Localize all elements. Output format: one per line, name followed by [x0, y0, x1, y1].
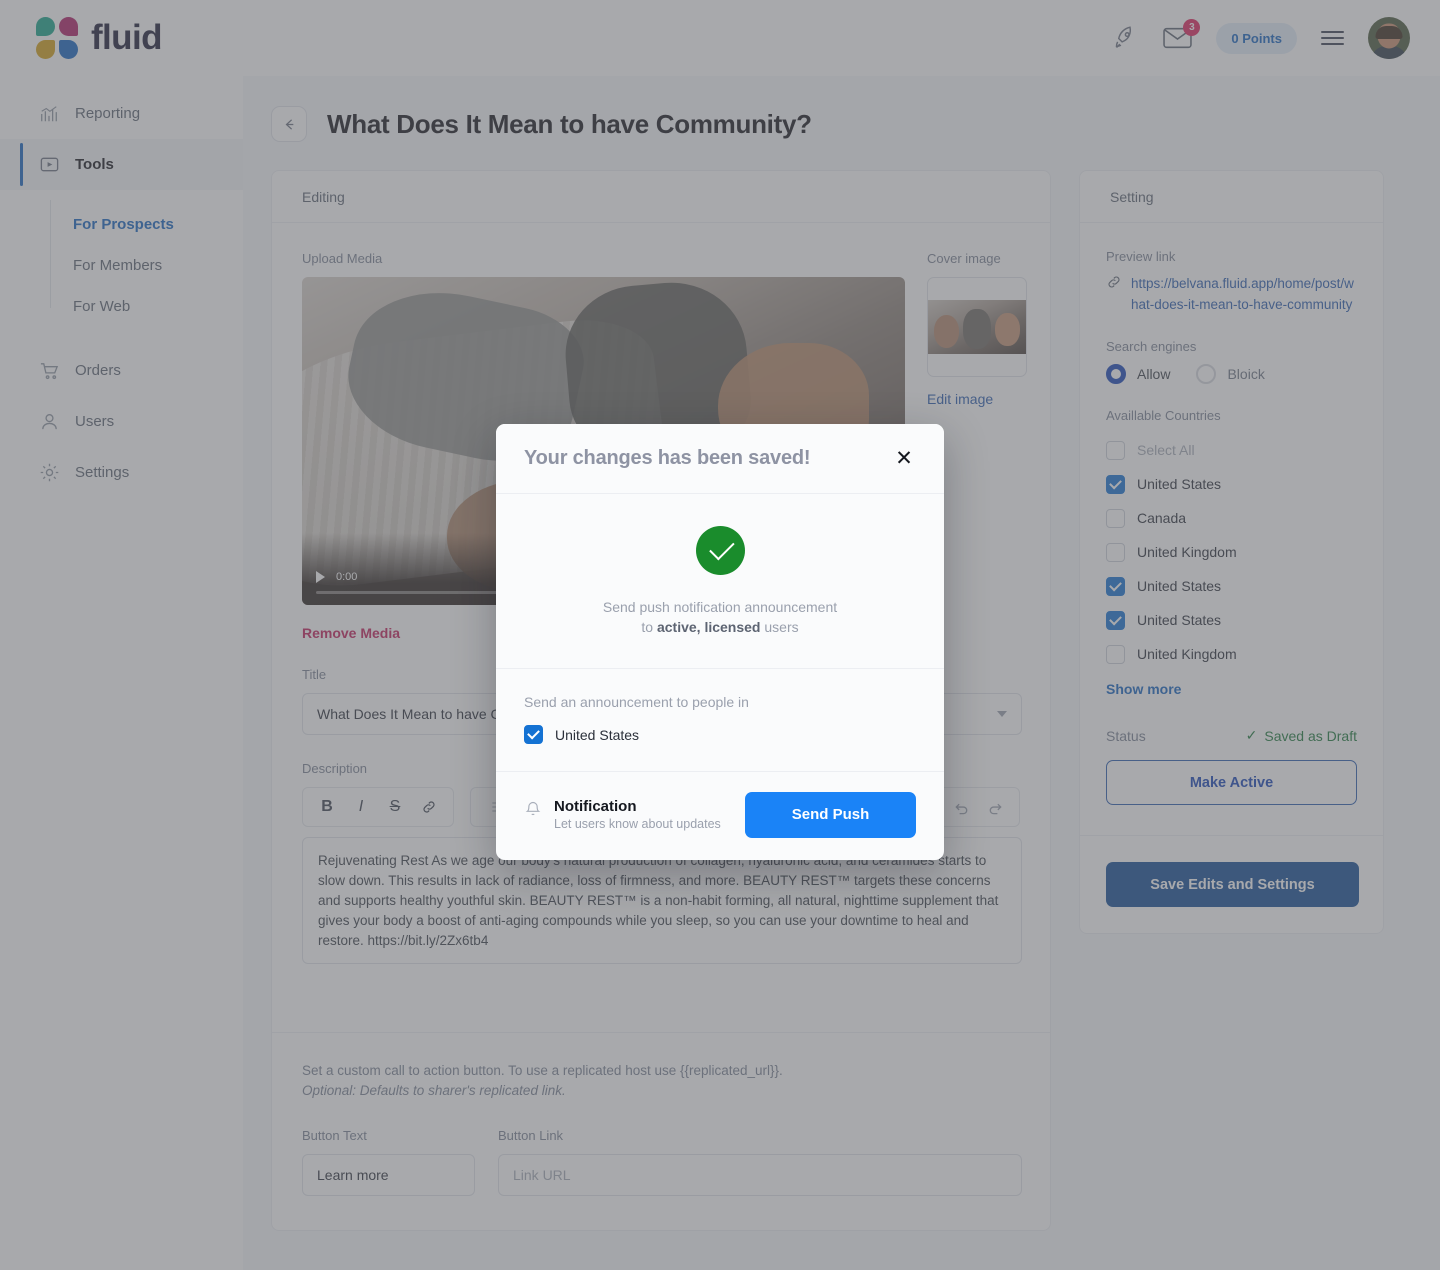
modal-message-suffix: users	[760, 619, 799, 636]
notification-info: Notification Let users know about update…	[524, 798, 721, 831]
modal-title: Your changes has been saved!	[524, 447, 811, 469]
modal-footer: Notification Let users know about update…	[496, 770, 944, 860]
notification-title: Notification	[554, 798, 637, 816]
modal-message-line1: Send push notification announcement	[602, 599, 838, 615]
app-root: fluid 3 0 Points	[0, 0, 1440, 1270]
changes-saved-modal: Your changes has been saved! ✕ Send push…	[496, 424, 944, 860]
bell-icon	[524, 800, 542, 823]
modal-body: Send push notification announcement to a…	[496, 494, 944, 668]
notification-text: Notification Let users know about update…	[554, 798, 721, 831]
send-push-button[interactable]: Send Push	[745, 791, 916, 838]
modal-section-label: Send an announcement to people in	[524, 693, 749, 710]
modal-message: Send push notification announcement to a…	[524, 597, 916, 638]
notification-subtitle: Let users know about updates	[554, 817, 721, 832]
modal-country-row[interactable]: United States	[524, 723, 916, 747]
modal-announcement-section: Send an announcement to people in United…	[496, 667, 944, 771]
modal-message-bold: active, licensed	[656, 619, 761, 636]
check-circle-icon	[695, 526, 745, 575]
close-icon[interactable]: ✕	[892, 447, 916, 471]
modal-message-prefix: to	[641, 619, 657, 636]
checkbox[interactable]	[524, 725, 543, 745]
modal-header: Your changes has been saved! ✕	[496, 424, 944, 494]
modal-country-label: United States	[555, 726, 640, 743]
